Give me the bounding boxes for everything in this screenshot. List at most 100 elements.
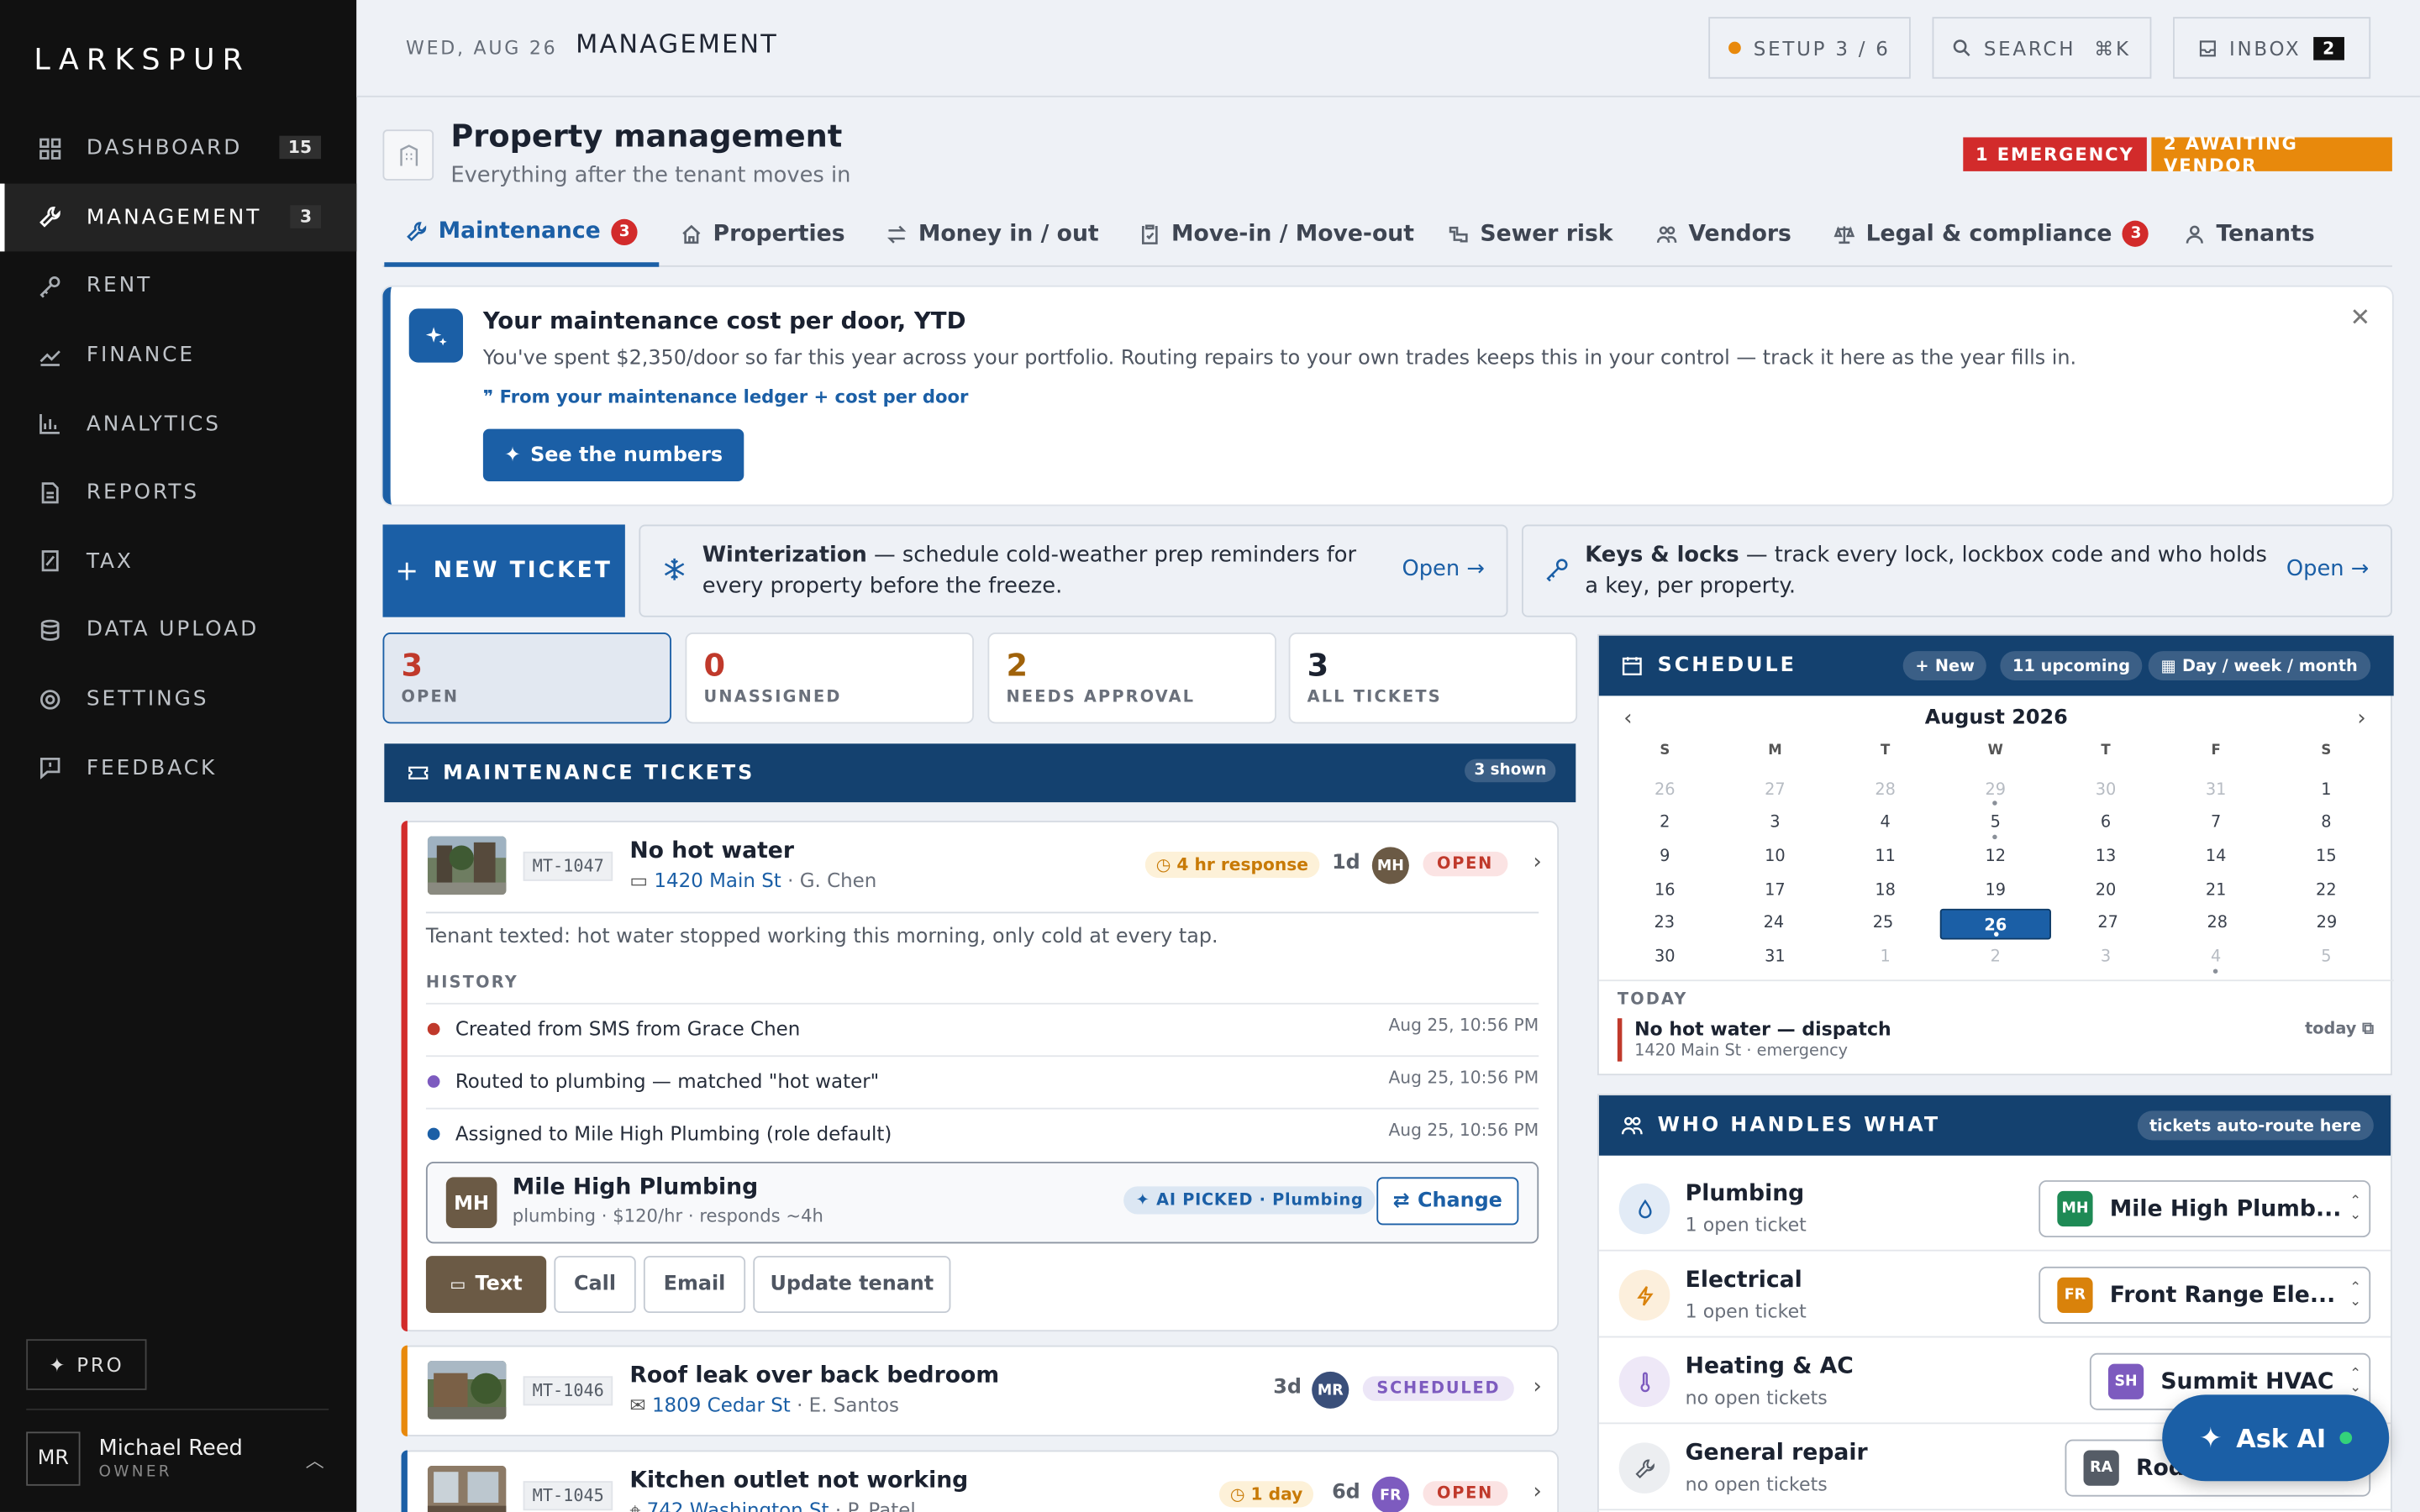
calendar-day[interactable]: 25 <box>1828 908 1938 942</box>
calendar-day[interactable]: 3 <box>1720 807 1830 841</box>
calendar-day[interactable]: 31 <box>1720 942 1830 975</box>
calendar-day[interactable]: 2 <box>1940 942 2050 975</box>
update-tenant-button[interactable]: Update tenant <box>753 1256 951 1314</box>
tab-tenants[interactable]: Tenants <box>2162 201 2336 267</box>
calendar-day[interactable]: 24 <box>1719 908 1828 942</box>
tab-sewer-risk[interactable]: Sewer risk <box>1426 201 1634 267</box>
vendor-select[interactable]: MH Mile High Plumb... ⌃ ⌄ <box>2039 1180 2371 1238</box>
calendar-day[interactable]: 5 <box>2271 942 2381 975</box>
ticket-address-link[interactable]: 1420 Main St <box>654 869 781 892</box>
chevron-right-icon[interactable]: › <box>1534 1374 1542 1399</box>
stat-open[interactable]: 3 OPEN <box>382 633 671 724</box>
sidebar-item-management[interactable]: MANAGEMENT 3 <box>0 182 357 252</box>
text-button[interactable]: ▭ Text <box>425 1256 547 1314</box>
calendar-day-today[interactable]: 26 <box>1939 909 2052 940</box>
search-button[interactable]: SEARCH ⌘K <box>1932 17 2152 79</box>
view-switch-button[interactable]: ▦ Day / week / month <box>2148 651 2370 680</box>
calendar-day[interactable]: 22 <box>2271 874 2381 908</box>
calendar-day[interactable]: 29 <box>2272 908 2381 942</box>
calendar-day[interactable]: 2 <box>1610 807 1720 841</box>
calendar-day[interactable]: 5 <box>1940 807 2050 841</box>
pro-button[interactable]: ✦ PRO <box>26 1339 147 1390</box>
tab-money[interactable]: Money in / out <box>865 201 1121 267</box>
emergency-badge[interactable]: 1 EMERGENCY <box>1963 137 2147 171</box>
ticket-card-mt-1046[interactable]: MT-1046 Roof leak over back bedroom ✉ 18… <box>401 1345 1560 1436</box>
keys-locks-card[interactable]: Keys & locks — track every lock, lockbox… <box>1521 524 2392 617</box>
banner-source-link[interactable]: ❞ From your maintenance ledger + cost pe… <box>483 386 968 407</box>
chevron-right-icon[interactable]: › <box>1534 1479 1542 1504</box>
calendar-day[interactable]: 3 <box>2050 942 2160 975</box>
ticket-address[interactable]: ▭ 1420 Main St · G. Chen <box>629 869 876 892</box>
sidebar-item-reports[interactable]: REPORTS <box>0 458 356 527</box>
stat-unassigned[interactable]: 0 UNASSIGNED <box>685 633 974 724</box>
ticket-card-mt-1045[interactable]: MT-1045 Kitchen outlet not working ⌖ 742… <box>401 1450 1560 1512</box>
stat-all-tickets[interactable]: 3 ALL TICKETS <box>1288 633 1578 724</box>
calendar-day[interactable]: 26 <box>1610 774 1720 807</box>
calendar-day[interactable]: 14 <box>2161 841 2271 874</box>
calendar-day[interactable]: 17 <box>1720 874 1830 908</box>
ticket-address[interactable]: ⌖ 742 Washington St · P. Patel <box>629 1498 915 1512</box>
tab-properties[interactable]: Properties <box>659 201 866 267</box>
calendar-day[interactable]: 15 <box>2271 841 2381 874</box>
calendar-day[interactable]: 31 <box>2161 774 2271 807</box>
sidebar-item-tax[interactable]: TAX <box>0 527 356 596</box>
calendar-day[interactable]: 4 <box>1830 807 1940 841</box>
winterization-card[interactable]: Winterization — schedule cold-weather pr… <box>639 524 1508 617</box>
ask-ai-button[interactable]: ✦ Ask AI <box>2162 1394 2390 1482</box>
user-menu[interactable]: MR Michael Reed OWNER ︿ <box>26 1429 329 1488</box>
calendar-day[interactable]: 30 <box>1610 942 1720 975</box>
new-event-button[interactable]: + New <box>1902 651 1987 680</box>
winterization-open-link[interactable]: Open → <box>1402 557 1484 581</box>
chevron-right-icon[interactable]: › <box>1534 850 1542 874</box>
calendar-day[interactable]: 20 <box>2050 874 2160 908</box>
tab-vendors[interactable]: Vendors <box>1634 201 1813 267</box>
close-icon[interactable]: ✕ <box>2350 302 2371 332</box>
calendar-day[interactable]: 30 <box>2050 774 2160 807</box>
ticket-address[interactable]: ✉ 1809 Cedar St · E. Santos <box>629 1394 899 1417</box>
calendar-day[interactable]: 18 <box>1830 874 1940 908</box>
calendar-day[interactable]: 13 <box>2050 841 2160 874</box>
ticket-address-link[interactable]: 1809 Cedar St <box>652 1394 791 1417</box>
calendar-day[interactable]: 16 <box>1610 874 1720 908</box>
calendar-day[interactable]: 27 <box>2054 908 2163 942</box>
calendar-day[interactable]: 6 <box>2050 807 2160 841</box>
call-button[interactable]: Call <box>554 1256 636 1314</box>
calendar-day[interactable]: 21 <box>2161 874 2271 908</box>
calendar-day[interactable]: 11 <box>1830 841 1940 874</box>
chevron-right-icon[interactable]: › <box>2357 706 2365 731</box>
awaiting-vendor-badge[interactable]: 2 AWAITING VENDOR <box>2151 133 2392 176</box>
calendar-day[interactable]: 12 <box>1940 841 2050 874</box>
change-vendor-button[interactable]: ⇄ Change <box>1376 1177 1519 1226</box>
setup-button[interactable]: SETUP 3 / 6 <box>1708 17 1911 79</box>
tab-legal-compliance[interactable]: Legal & compliance 3 <box>1812 201 2170 267</box>
calendar-day[interactable]: 28 <box>2163 908 2272 942</box>
stat-needs-approval[interactable]: 2 NEEDS APPROVAL <box>987 633 1276 724</box>
calendar-day[interactable]: 29 <box>1940 774 2050 807</box>
sidebar-item-data-upload[interactable]: DATA UPLOAD <box>0 596 356 664</box>
sidebar-item-finance[interactable]: FINANCE <box>0 321 356 390</box>
ticket-card-mt-1047[interactable]: MT-1047 No hot water ▭ 1420 Main St · G.… <box>401 821 1560 1332</box>
calendar-day[interactable]: 10 <box>1720 841 1830 874</box>
sidebar-item-dashboard[interactable]: DASHBOARD 15 <box>0 114 356 183</box>
sidebar-item-rent[interactable]: RENT <box>0 252 356 321</box>
see-numbers-button[interactable]: ✦ See the numbers <box>482 428 744 482</box>
ticket-address-link[interactable]: 742 Washington St <box>647 1498 829 1512</box>
calendar-day[interactable]: 1 <box>2271 774 2381 807</box>
calendar-day[interactable]: 23 <box>1610 908 1719 942</box>
calendar-day[interactable]: 8 <box>2271 807 2381 841</box>
calendar-day[interactable]: 1 <box>1830 942 1940 975</box>
email-button[interactable]: Email <box>643 1256 746 1314</box>
sidebar-item-settings[interactable]: SETTINGS <box>0 664 356 733</box>
calendar-day[interactable]: 9 <box>1610 841 1720 874</box>
calendar-day[interactable]: 28 <box>1830 774 1940 807</box>
calendar-day[interactable]: 19 <box>1940 874 2050 908</box>
upcoming-count-badge[interactable]: 11 upcoming <box>2000 651 2143 680</box>
vendor-select[interactable]: FR Front Range Ele... ⌃ ⌄ <box>2039 1266 2371 1324</box>
inbox-button[interactable]: INBOX 2 <box>2173 17 2371 79</box>
sidebar-item-feedback[interactable]: FEEDBACK <box>0 733 356 802</box>
tab-move-in-out[interactable]: Move-in / Move-out <box>1118 201 1436 267</box>
calendar-day[interactable]: 27 <box>1720 774 1830 807</box>
sidebar-item-analytics[interactable]: ANALYTICS <box>0 390 356 459</box>
keys-open-link[interactable]: Open → <box>2286 557 2369 581</box>
calendar-day[interactable]: 7 <box>2161 807 2271 841</box>
